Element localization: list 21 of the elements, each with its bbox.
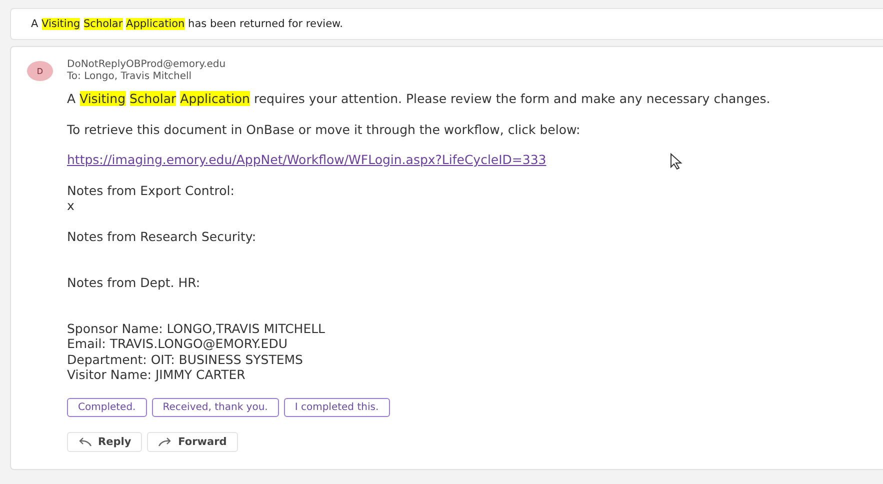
forward-button[interactable]: Forward <box>147 432 238 452</box>
note-text: x <box>67 198 76 214</box>
suggested-reply-button[interactable]: I completed this. <box>284 398 390 416</box>
detail-line: Sponsor Name: LONGO,TRAVIS MITCHELL <box>67 320 326 336</box>
workflow-link[interactable]: https://imaging.emory.edu/AppNet/Workflow/WFLogin.aspx?LifeCycleID=333 <box>67 152 546 167</box>
notes-heading: Notes from Export Control: <box>67 182 236 198</box>
notes-heading: Notes from Dept. HR: <box>67 274 202 290</box>
notes-heading: Notes from Research Security: <box>67 228 258 244</box>
recipient-line: To: Longo, Travis Mitchell <box>67 71 193 83</box>
detail-line: Visitor Name: JIMMY CARTER <box>67 367 246 382</box>
sender-address: DoNotReplyOBProd@emory.edu <box>67 59 226 71</box>
reply-button[interactable]: Reply <box>67 432 142 452</box>
suggested-reply-button[interactable]: Received, thank you. <box>152 398 279 416</box>
mouse-pointer-icon <box>670 153 683 170</box>
suggested-reply-button[interactable]: Completed. <box>67 398 147 416</box>
avatar: D <box>27 61 53 81</box>
detail-line: Email: TRAVIS.LONGO@EMORY.EDU <box>67 336 288 352</box>
reply-icon <box>78 436 92 446</box>
detail-line: Department: OIT: BUSINESS SYSTEMS <box>67 352 304 367</box>
forward-icon <box>158 436 172 446</box>
body-sentence: To retrieve this document in OnBase or move it through the workflow, click below: <box>67 122 582 137</box>
